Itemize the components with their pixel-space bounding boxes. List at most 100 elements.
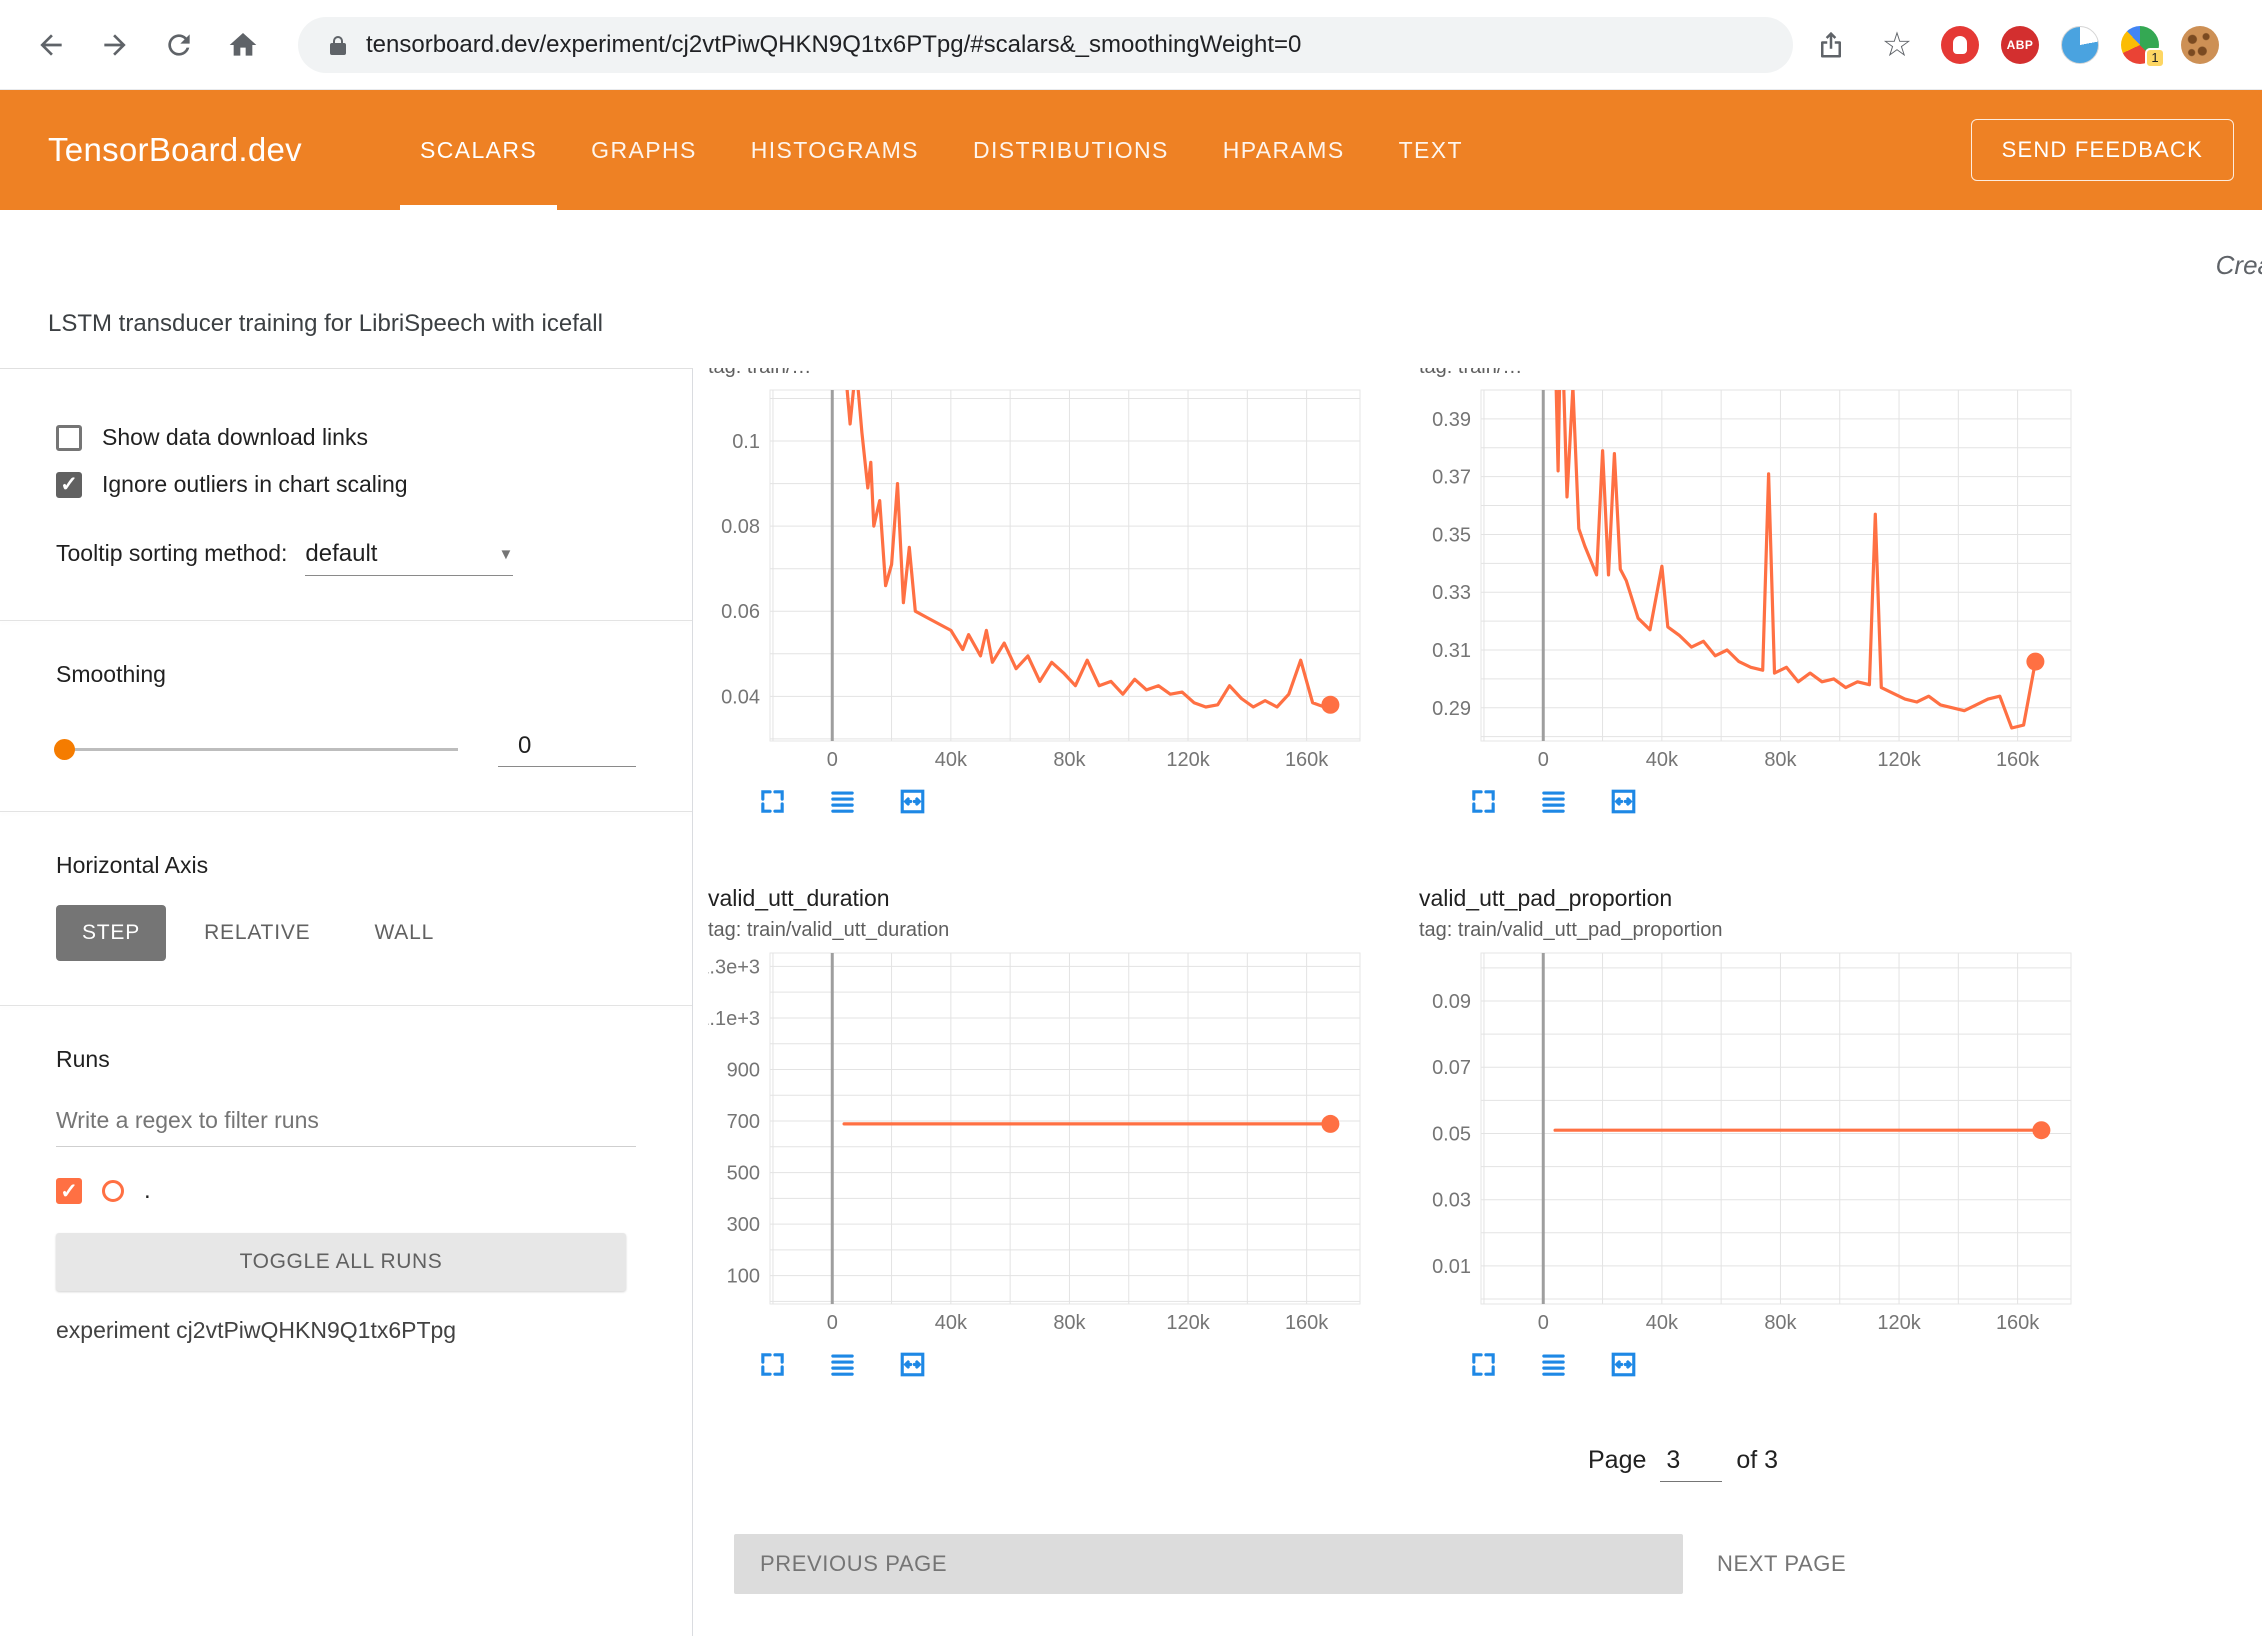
svg-text:160k: 160k	[1996, 1312, 2040, 1334]
chart-tag: tag: train/valid_utt_pad_proportion	[1419, 915, 2121, 945]
tab-scalars[interactable]: SCALARS	[420, 90, 537, 210]
svg-text:0.03: 0.03	[1432, 1190, 1471, 1212]
divider	[0, 811, 692, 812]
chart-card: valid_utt_pad_proportion tag: train/vali…	[1419, 881, 2121, 1384]
next-page-button[interactable]: NEXT PAGE	[1717, 1551, 1846, 1577]
checkbox-checked-icon[interactable]	[56, 472, 82, 498]
tooltip-sorting-label: Tooltip sorting method:	[56, 540, 287, 567]
horizontal-axis-toggle: STEP RELATIVE WALL	[56, 905, 636, 961]
tab-text[interactable]: TEXT	[1399, 90, 1463, 210]
svg-text:120k: 120k	[1166, 1312, 1210, 1334]
expand-chart-icon[interactable]	[752, 781, 792, 821]
smoothing-slider[interactable]	[56, 739, 458, 759]
ignore-outliers-checkbox[interactable]: Ignore outliers in chart scaling	[56, 471, 636, 498]
browser-chrome: tensorboard.dev/experiment/cj2vtPiwQHKN9…	[0, 0, 2262, 90]
svg-text:1.1e+3: 1.1e+3	[708, 1008, 760, 1030]
fit-domain-icon[interactable]	[892, 1344, 932, 1384]
truncated-created-text: Crea	[2216, 250, 2262, 281]
runs-label: Runs	[56, 1046, 636, 1073]
expand-chart-icon[interactable]	[1463, 781, 1503, 821]
reload-button[interactable]	[156, 22, 202, 68]
svg-text:0.06: 0.06	[721, 601, 760, 623]
run-list-item[interactable]: .	[56, 1177, 636, 1205]
run-data-list-icon[interactable]	[822, 1344, 862, 1384]
toggle-all-runs-button[interactable]: TOGGLE ALL RUNS	[56, 1233, 626, 1291]
tab-distributions[interactable]: DISTRIBUTIONS	[973, 90, 1169, 210]
extension-icon[interactable]	[2061, 26, 2099, 64]
abp-extension-icon[interactable]: ABP	[2001, 26, 2039, 64]
horizontal-axis-label: Horizontal Axis	[56, 852, 636, 879]
expand-chart-icon[interactable]	[752, 1344, 792, 1384]
forward-button[interactable]	[92, 22, 138, 68]
home-button[interactable]	[220, 22, 266, 68]
chart-card: … tag: train/… 040k80k120k160k0.040.060.…	[708, 368, 1410, 821]
runs-filter-input[interactable]	[56, 1101, 636, 1147]
svg-text:900: 900	[727, 1059, 760, 1081]
svg-text:0.35: 0.35	[1432, 524, 1471, 546]
page-of-label: of 3	[1736, 1446, 1778, 1475]
tab-histograms[interactable]: HISTOGRAMS	[751, 90, 919, 210]
tab-hparams[interactable]: HPARAMS	[1223, 90, 1345, 210]
address-bar[interactable]: tensorboard.dev/experiment/cj2vtPiwQHKN9…	[298, 17, 1793, 73]
send-feedback-button[interactable]: SEND FEEDBACK	[1971, 119, 2234, 181]
star-icon[interactable]: ☆	[1875, 23, 1919, 67]
svg-text:0.39: 0.39	[1432, 409, 1471, 431]
scalars-dashboard: … tag: train/… 040k80k120k160k0.040.060.…	[694, 368, 2262, 1636]
svg-text:80k: 80k	[1053, 749, 1086, 771]
scalar-line-chart[interactable]: 040k80k120k160k0.010.030.050.070.09	[1419, 951, 2079, 1336]
chart-toolbar	[708, 781, 1410, 821]
profile-avatar[interactable]: 1	[2121, 26, 2159, 64]
run-data-list-icon[interactable]	[1533, 781, 1573, 821]
scalar-line-chart[interactable]: 040k80k120k160k0.040.060.080.1	[708, 388, 1368, 773]
run-data-list-icon[interactable]	[822, 781, 862, 821]
previous-page-button[interactable]: PREVIOUS PAGE	[734, 1534, 1683, 1594]
divider	[0, 620, 692, 621]
axis-relative-button[interactable]: RELATIVE	[178, 905, 336, 961]
svg-text:160k: 160k	[1285, 749, 1329, 771]
expand-chart-icon[interactable]	[1463, 1344, 1503, 1384]
svg-text:300: 300	[727, 1214, 760, 1236]
share-icon[interactable]	[1809, 23, 1853, 67]
tooltip-sorting-select[interactable]: default ▼	[305, 540, 513, 576]
svg-text:0: 0	[1538, 1312, 1549, 1334]
checkbox-label: Ignore outliers in chart scaling	[102, 471, 408, 498]
back-button[interactable]	[28, 22, 74, 68]
smoothing-value-input[interactable]	[498, 730, 636, 767]
scalar-line-chart[interactable]: 040k80k120k160k0.290.310.330.350.370.39	[1419, 388, 2079, 773]
run-data-list-icon[interactable]	[1533, 1344, 1573, 1384]
chart-toolbar	[1419, 1344, 2121, 1384]
cookie-extension-icon[interactable]	[2181, 26, 2219, 64]
svg-text:0.09: 0.09	[1432, 991, 1471, 1013]
page-label: Page	[1588, 1446, 1646, 1475]
slider-track[interactable]	[56, 748, 458, 751]
svg-text:0.08: 0.08	[721, 516, 760, 538]
adblock-extension-icon[interactable]	[1941, 26, 1979, 64]
fit-domain-icon[interactable]	[1603, 1344, 1643, 1384]
svg-text:160k: 160k	[1996, 749, 2040, 771]
axis-step-button[interactable]: STEP	[56, 905, 166, 961]
slider-thumb[interactable]	[54, 739, 75, 760]
svg-text:0: 0	[827, 749, 838, 771]
svg-text:500: 500	[727, 1163, 760, 1185]
smoothing-label: Smoothing	[56, 661, 636, 688]
fit-domain-icon[interactable]	[892, 781, 932, 821]
axis-wall-button[interactable]: WALL	[348, 905, 460, 961]
svg-text:100: 100	[727, 1266, 760, 1288]
svg-text:40k: 40k	[1646, 1312, 1679, 1334]
subheader: Crea LSTM transducer training for LibriS…	[0, 210, 2262, 368]
tab-graphs[interactable]: GRAPHS	[591, 90, 697, 210]
url-text[interactable]: tensorboard.dev/experiment/cj2vtPiwQHKN9…	[366, 31, 1301, 59]
fit-domain-icon[interactable]	[1603, 781, 1643, 821]
svg-text:0.04: 0.04	[721, 686, 760, 708]
svg-text:120k: 120k	[1877, 1312, 1921, 1334]
chart-toolbar	[708, 1344, 1410, 1384]
run-checkbox[interactable]	[56, 1178, 82, 1204]
page-number-input[interactable]	[1660, 1446, 1722, 1482]
scalar-line-chart[interactable]: 040k80k120k160k1003005007009001.1e+31.3e…	[708, 951, 1368, 1336]
show-download-links-checkbox[interactable]: Show data download links	[56, 424, 636, 451]
settings-sidebar: Show data download links Ignore outliers…	[0, 368, 693, 1636]
checkbox-box-icon[interactable]	[56, 425, 82, 451]
app-logo[interactable]: TensorBoard.dev	[48, 131, 302, 169]
svg-text:80k: 80k	[1764, 1312, 1797, 1334]
run-name: .	[144, 1177, 151, 1205]
